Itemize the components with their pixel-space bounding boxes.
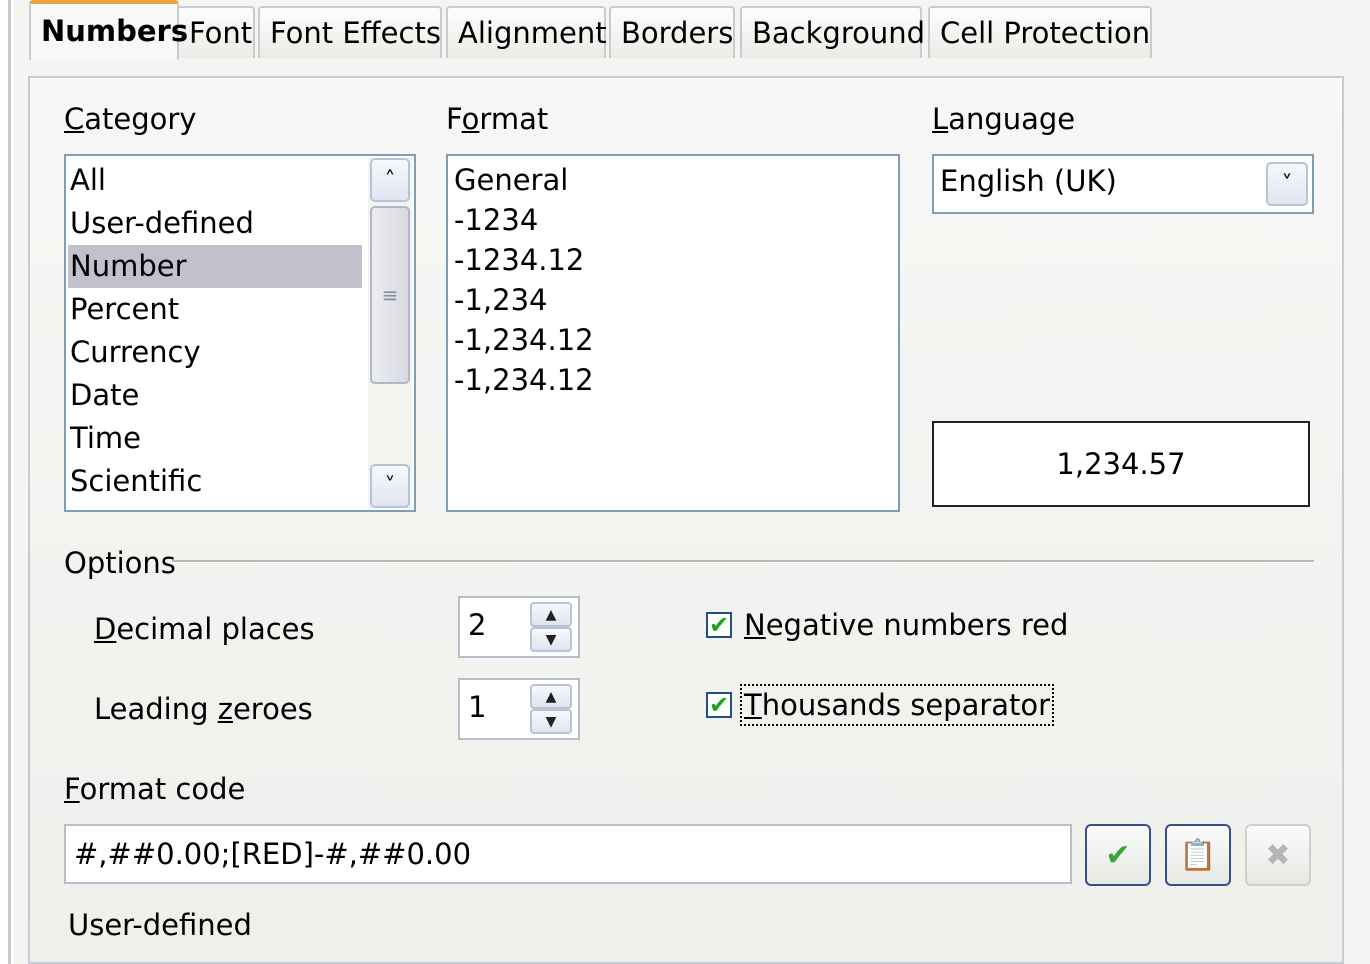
decimal-places-label: Decimal places xyxy=(94,612,315,646)
list-item-selected[interactable]: Number xyxy=(68,245,362,288)
list-item[interactable]: Time xyxy=(70,417,141,460)
edit-comment-button[interactable]: 📋 xyxy=(1165,824,1231,886)
leading-zeroes-label: Leading zeroes xyxy=(94,692,313,726)
list-item[interactable]: Currency xyxy=(70,331,201,374)
list-item[interactable]: -1234 xyxy=(454,200,538,240)
check-icon: ✔ xyxy=(708,611,730,639)
list-item[interactable]: Percent xyxy=(70,288,179,331)
leading-zeroes-stepper[interactable]: 1 ▲ ▼ xyxy=(458,678,580,740)
category-scrollbar[interactable]: ˄ ≡ ˅ xyxy=(368,158,412,508)
delete-icon: ✖ xyxy=(1265,837,1291,873)
thousands-separator-label[interactable]: Thousands separator xyxy=(739,684,1055,726)
window-frame xyxy=(0,0,11,964)
options-heading: Options xyxy=(64,546,176,580)
language-select[interactable]: English (UK) ˅ xyxy=(932,154,1314,214)
list-item[interactable]: -1,234.12 xyxy=(454,360,594,400)
language-value: English (UK) xyxy=(940,164,1117,198)
tab-cell-protection[interactable]: Cell Protection xyxy=(928,6,1152,58)
chevron-up-icon: ˄ xyxy=(384,167,396,193)
negative-red-label[interactable]: Negative numbers red xyxy=(744,608,1068,642)
spin-up-button[interactable]: ▲ xyxy=(530,684,572,709)
tab-borders[interactable]: Borders xyxy=(609,6,735,58)
spin-buttons: ▲ ▼ xyxy=(530,684,572,734)
options-divider xyxy=(172,560,1314,563)
triangle-up-icon: ▲ xyxy=(545,606,557,623)
triangle-down-icon: ▼ xyxy=(545,631,557,648)
list-item[interactable]: Date xyxy=(70,374,139,417)
format-listbox[interactable]: General -1234 -1234.12 -1,234 -1,234.12 … xyxy=(446,154,900,512)
format-code-label: Format code xyxy=(64,772,246,806)
category-label: Category xyxy=(64,102,197,136)
thousands-separator-checkbox[interactable]: ✔ xyxy=(706,691,732,719)
delete-button[interactable]: ✖ xyxy=(1245,824,1311,886)
list-item[interactable]: -1,234.12 xyxy=(454,320,594,360)
list-item[interactable]: -1234.12 xyxy=(454,240,584,280)
format-code-field[interactable] xyxy=(64,824,1072,884)
tab-background[interactable]: Background xyxy=(740,6,925,58)
check-icon: ✔ xyxy=(708,691,730,719)
spin-up-button[interactable]: ▲ xyxy=(530,602,572,627)
grip-icon: ≡ xyxy=(381,283,399,307)
spin-buttons: ▲ ▼ xyxy=(530,602,572,652)
decimal-places-stepper[interactable]: 2 ▲ ▼ xyxy=(458,596,580,658)
triangle-up-icon: ▲ xyxy=(545,688,557,705)
language-label: Language xyxy=(932,102,1076,136)
dropdown-button[interactable]: ˅ xyxy=(1266,162,1308,206)
format-label: Format xyxy=(446,102,549,136)
tab-font[interactable]: Font xyxy=(177,6,255,58)
chevron-down-icon: ˅ xyxy=(1281,171,1293,197)
list-item[interactable]: Scientific xyxy=(70,460,202,503)
list-item[interactable]: -1,234 xyxy=(454,280,548,320)
scroll-down-button[interactable]: ˅ xyxy=(370,464,410,508)
spin-down-button[interactable]: ▼ xyxy=(530,709,572,734)
format-description: User-defined xyxy=(68,908,252,942)
leading-zeroes-value[interactable]: 1 xyxy=(468,690,486,724)
tab-alignment[interactable]: Alignment xyxy=(446,6,607,58)
chevron-down-icon: ˅ xyxy=(384,473,396,499)
accept-button[interactable]: ✔ xyxy=(1085,824,1151,886)
negative-red-checkbox[interactable]: ✔ xyxy=(706,611,732,639)
list-item[interactable]: General xyxy=(454,160,568,200)
format-preview: 1,234.57 xyxy=(932,421,1310,507)
tab-font-effects[interactable]: Font Effects xyxy=(258,6,442,58)
spin-down-button[interactable]: ▼ xyxy=(530,627,572,652)
tab-numbers[interactable]: Numbers xyxy=(29,0,188,60)
category-listbox[interactable]: All User-defined Number Percent Currency… xyxy=(64,154,416,512)
list-item[interactable]: All xyxy=(70,159,106,202)
triangle-down-icon: ▼ xyxy=(545,713,557,730)
decimal-places-value[interactable]: 2 xyxy=(468,608,486,642)
list-item[interactable]: User-defined xyxy=(70,202,254,245)
checkmark-icon: ✔ xyxy=(1105,837,1131,873)
scroll-up-button[interactable]: ˄ xyxy=(370,158,410,202)
scroll-thumb[interactable]: ≡ xyxy=(370,206,410,384)
format-code-input[interactable] xyxy=(74,834,1054,874)
edit-comment-icon: 📋 xyxy=(1179,837,1217,873)
